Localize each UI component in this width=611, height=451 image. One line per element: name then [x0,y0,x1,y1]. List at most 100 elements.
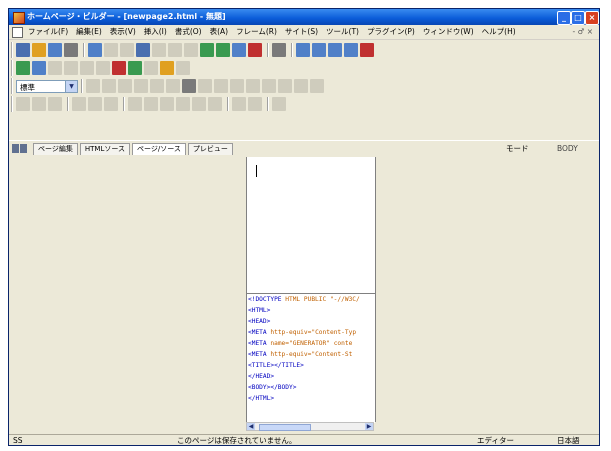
align-center-icon[interactable] [102,79,116,93]
browser-preview-icon[interactable] [328,43,342,57]
menu-site[interactable]: サイト(S) [281,25,322,39]
cell-valign-icon[interactable] [144,97,158,111]
outdent-icon[interactable] [150,79,164,93]
source-line[interactable]: <META name="GENERATOR" conte [247,338,375,349]
menu-view[interactable]: 表示(V) [106,25,140,39]
undo-icon[interactable] [184,43,198,57]
button-icon[interactable] [144,61,158,75]
print-icon[interactable] [88,43,102,57]
scroll-right-icon[interactable]: ▶ [365,423,373,430]
mode-value[interactable]: BODY [557,143,578,154]
menu-help[interactable]: ヘルプ(H) [478,25,520,39]
cell-color-icon[interactable] [192,97,206,111]
chevron-down-icon[interactable]: ▼ [65,80,77,92]
dropdown-icon[interactable] [48,61,62,75]
menu-plugin[interactable]: プラグイン(P) [363,25,419,39]
insert-column-icon[interactable] [32,97,46,111]
frame-icon[interactable] [96,61,110,75]
menu-format[interactable]: 書式(O) [171,25,206,39]
source-line[interactable]: <META http-equiv="Content-Typ [247,327,375,338]
align-right-icon[interactable] [118,79,132,93]
title-bar[interactable]: ホームページ・ビルダー - [newpage2.html - 無題] _ □ × [9,9,599,25]
animation-icon[interactable] [112,61,126,75]
delete-column-icon[interactable] [72,97,86,111]
menu-file[interactable]: ファイル(F) [24,25,72,39]
source-line[interactable]: <BODY></BODY> [247,382,375,393]
link-icon[interactable] [200,43,214,57]
logo-icon[interactable] [160,61,174,75]
tab-page-source[interactable]: ページ/ソース [132,143,186,155]
source-line[interactable]: <!DOCTYPE HTML PUBLIC "-//W3C/ [247,294,375,305]
html-source-pane[interactable]: <!DOCTYPE HTML PUBLIC "-//W3C/ <HTML> <H… [247,293,375,423]
font-icon[interactable] [310,79,324,93]
numbered-list-icon[interactable] [166,79,180,93]
app-icon[interactable] [13,12,25,24]
tab-page-edit[interactable]: ページ編集 [33,143,78,155]
scroll-left-icon[interactable]: ◀ [247,423,255,430]
save-icon[interactable] [48,43,62,57]
tab-html-source[interactable]: HTMLソース [79,143,131,155]
mdi-controls[interactable]: - ♂ × [573,25,593,39]
table-style-icon[interactable] [248,97,262,111]
cut-icon[interactable] [136,43,150,57]
source-line[interactable]: <HEAD> [247,316,375,327]
publish-icon[interactable] [360,43,374,57]
table-border-icon[interactable] [208,97,222,111]
menu-tools[interactable]: ツール(T) [322,25,363,39]
table-select-icon[interactable] [272,97,286,111]
maximize-button[interactable]: □ [571,11,585,25]
site-view-icon[interactable] [296,43,310,57]
menu-frame[interactable]: フレーム(R) [232,25,281,39]
copy-icon[interactable] [152,43,166,57]
print-preview-icon[interactable] [104,43,118,57]
delete-row-icon[interactable] [48,97,62,111]
source-line[interactable]: <HTML> [247,305,375,316]
source-line[interactable]: </HTML> [247,393,375,404]
sitemap-icon[interactable] [344,43,358,57]
source-line[interactable]: <TITLE></TITLE> [247,360,375,371]
font-size-down-icon[interactable] [214,79,228,93]
minimize-button[interactable]: _ [557,11,571,25]
map-icon[interactable] [176,61,190,75]
image-icon[interactable] [32,61,46,75]
rule-icon[interactable] [64,61,78,75]
view-toggle-icons[interactable] [12,144,30,154]
merge-cells-icon[interactable] [88,97,102,111]
source-line[interactable]: </HEAD> [247,371,375,382]
menu-window[interactable]: ウィンドウ(W) [419,25,478,39]
strikethrough-icon[interactable] [294,79,308,93]
form-icon[interactable] [248,43,262,57]
italic-icon[interactable] [246,79,260,93]
new-file-icon[interactable] [16,43,30,57]
spellcheck-icon[interactable] [120,43,134,57]
tab-preview[interactable]: プレビュー [187,143,233,155]
indent-icon[interactable] [134,79,148,93]
open-folder-icon[interactable] [32,43,46,57]
bulleted-list-icon[interactable] [182,79,196,93]
layout-icon[interactable] [272,43,286,57]
split-cells-icon[interactable] [104,97,118,111]
clipart-icon[interactable] [128,61,142,75]
font-size-up-icon[interactable] [198,79,212,93]
align-left-icon[interactable] [86,79,100,93]
table-property-icon[interactable] [176,97,190,111]
paragraph-style-select[interactable]: 標準 ▼ [16,79,78,93]
image-insert-icon[interactable] [216,43,230,57]
insert-row-icon[interactable] [16,97,30,111]
underline-icon[interactable] [262,79,276,93]
source-line[interactable]: <META http-equiv="Content-St [247,349,375,360]
ftp-icon[interactable] [312,43,326,57]
close-button[interactable]: × [585,11,599,25]
bold-icon[interactable] [230,79,244,93]
paste-icon[interactable] [168,43,182,57]
cell-align-icon[interactable] [128,97,142,111]
menu-insert[interactable]: 挿入(I) [140,25,171,39]
wizard-icon[interactable] [16,61,30,75]
save-as-icon[interactable] [64,43,78,57]
document-icon[interactable] [12,27,23,38]
font-color-icon[interactable] [278,79,292,93]
marquee-icon[interactable] [80,61,94,75]
scrollbar-thumb[interactable] [259,424,311,431]
cell-property-icon[interactable] [160,97,174,111]
table-icon[interactable] [232,43,246,57]
